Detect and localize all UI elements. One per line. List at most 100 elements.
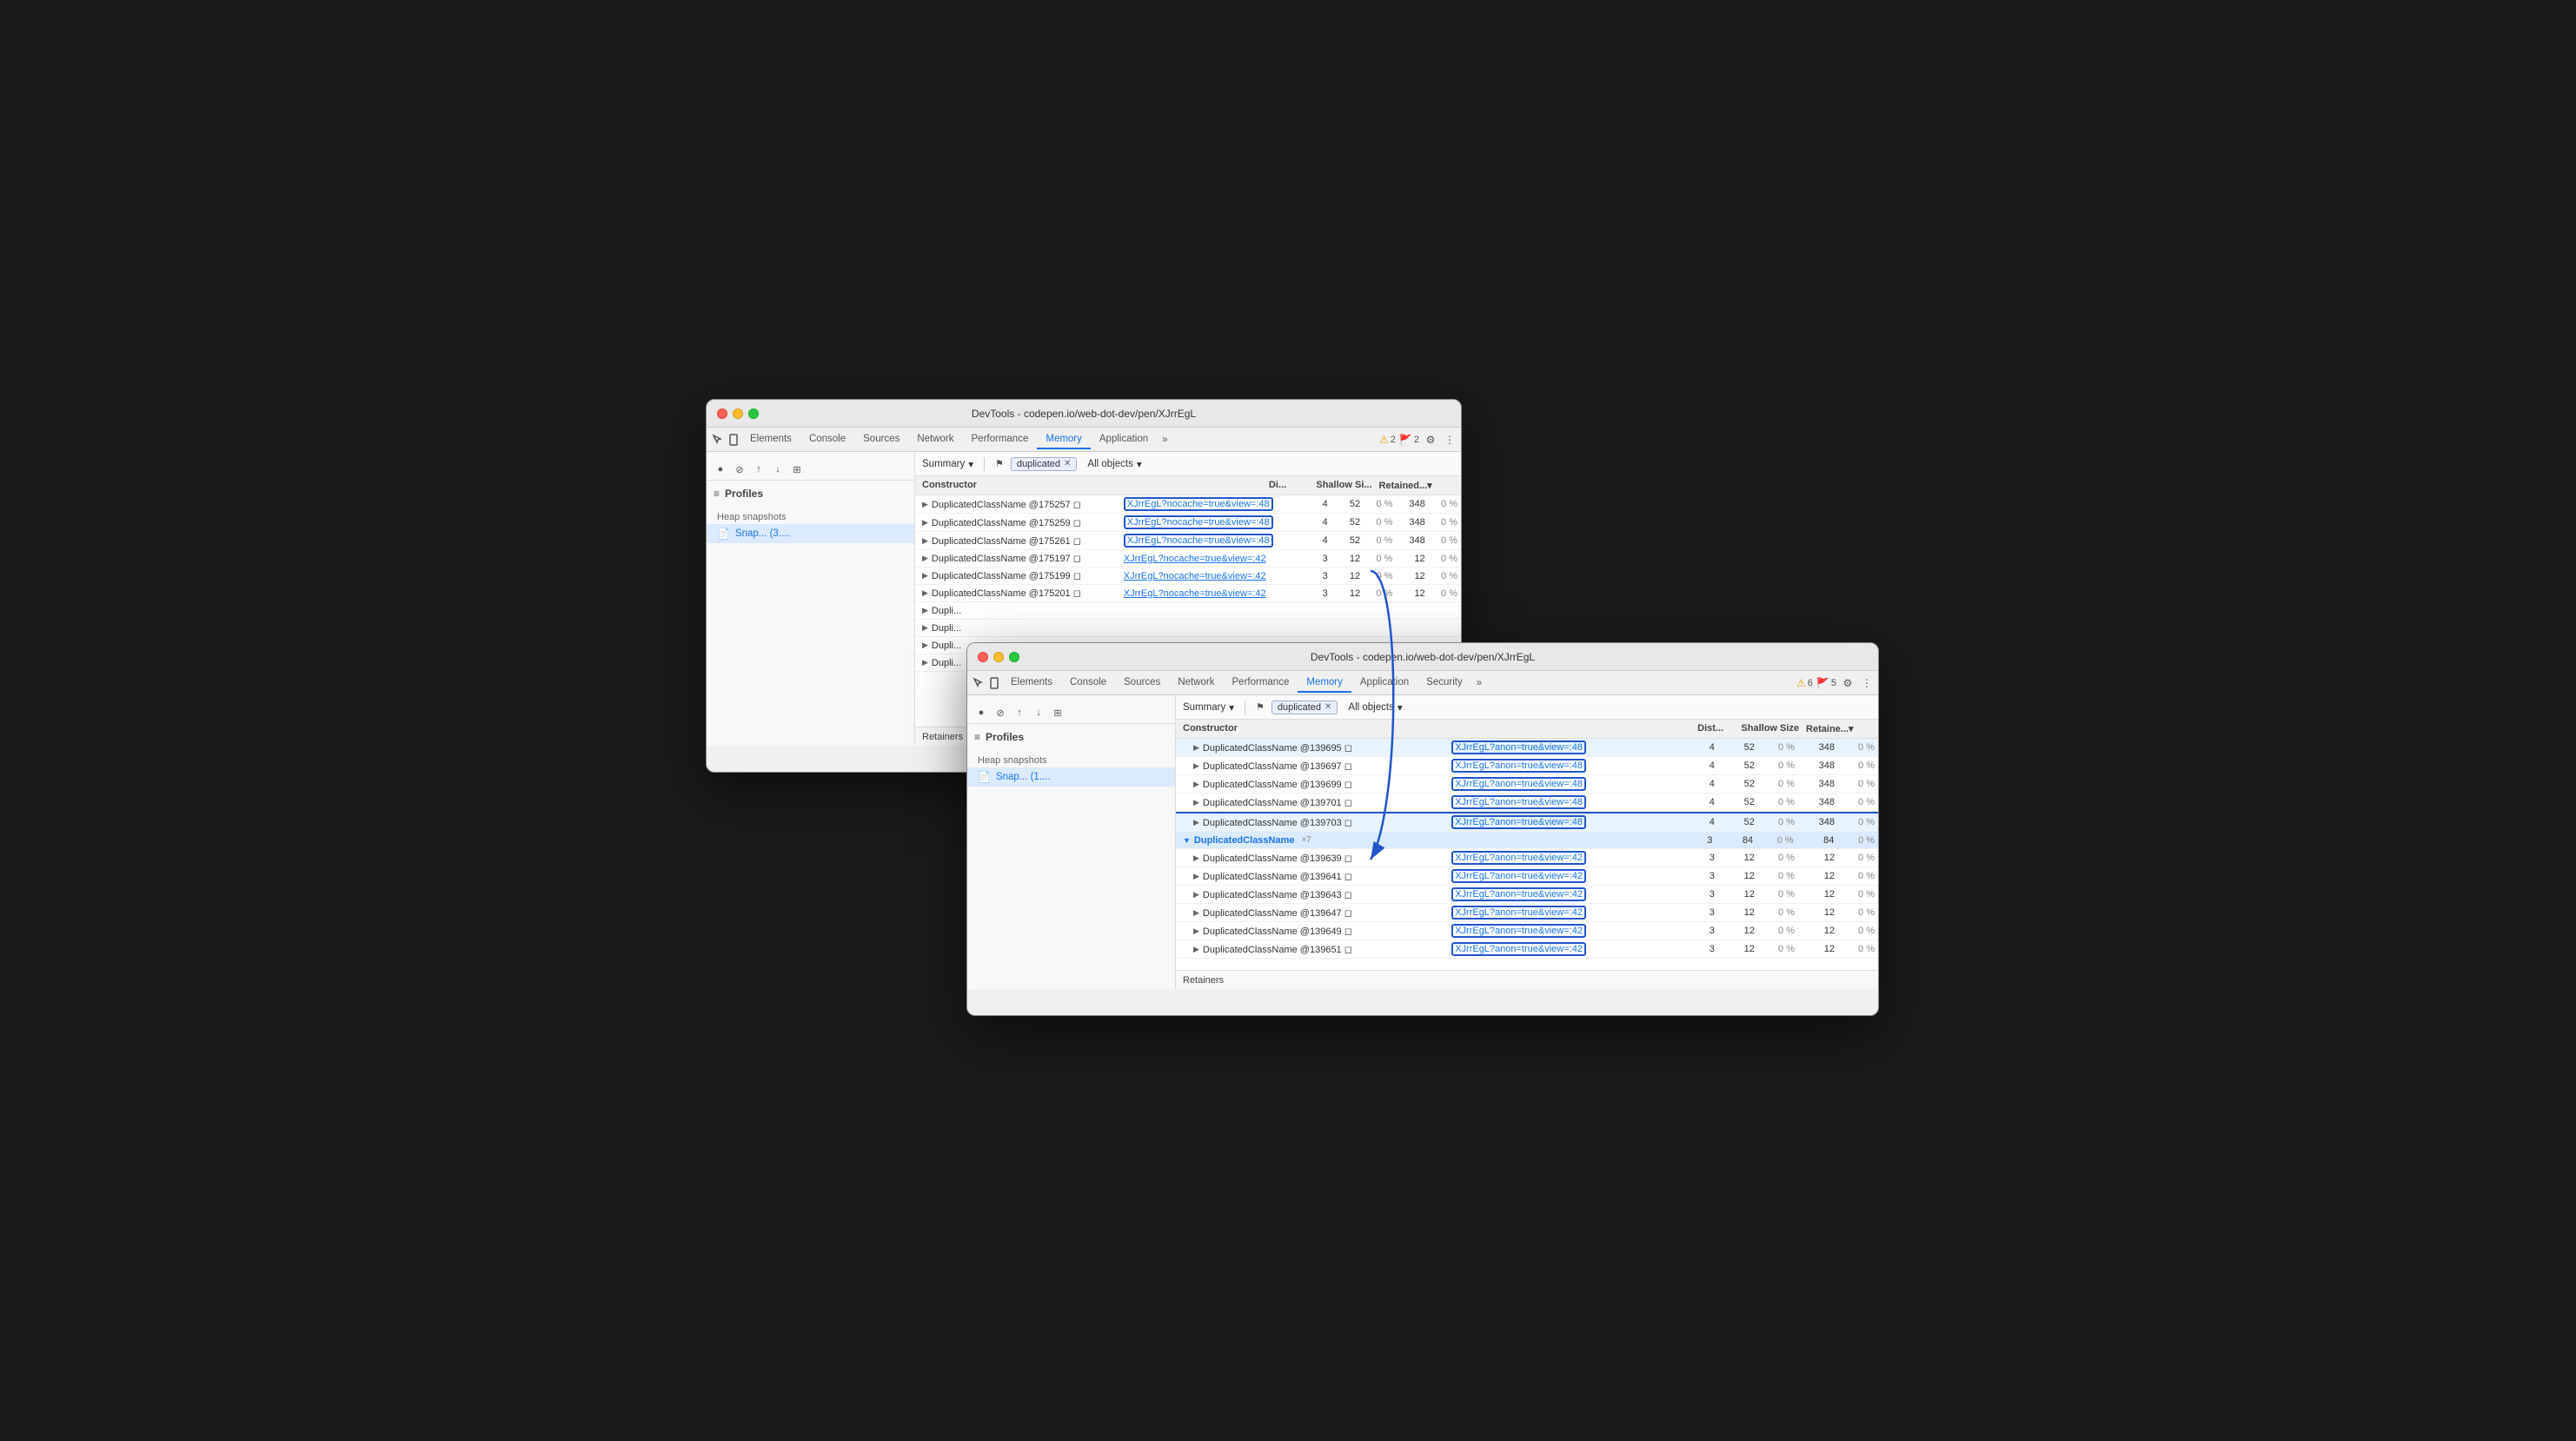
settings-icon-back[interactable]: ⚙: [1423, 432, 1438, 448]
filter-bar-front: Summary ▾ ⚑ duplicated ✕ All objects ▾: [1176, 695, 1878, 720]
snapshot-item-back[interactable]: 📄 Snap... (3....: [707, 524, 914, 543]
compare-icon-front[interactable]: ⊞: [1051, 706, 1065, 720]
retainers-bar-front: Retainers: [1176, 970, 1878, 989]
tab-security-front[interactable]: Security: [1417, 674, 1471, 693]
tab-elements-back[interactable]: Elements: [741, 430, 800, 449]
header-dist-back: Di...: [1224, 476, 1290, 495]
flag-badge-back: 🚩 2: [1399, 434, 1419, 446]
table-row[interactable]: ▶DuplicatedClassName @139649 ◻ XJrrEgL?a…: [1176, 922, 1878, 940]
devtools-body-front: ● ⊘ ↑ ↓ ⊞ ≡ Profiles Heap snapshots 📄 Sn…: [967, 695, 1878, 989]
table-row[interactable]: ▶DuplicatedClassName @175257 ◻ XJrrEgL?n…: [915, 495, 1461, 514]
tab-sources-back[interactable]: Sources: [854, 430, 908, 449]
warning-badge-front: ⚠ 6: [1796, 677, 1813, 689]
minimize-button-front[interactable]: [993, 652, 1004, 662]
table-row[interactable]: ▶Dupli...: [915, 620, 1461, 637]
objects-dropdown-back[interactable]: All objects ▾: [1087, 458, 1141, 470]
table-row[interactable]: ▶DuplicatedClassName @139641 ◻ XJrrEgL?a…: [1176, 867, 1878, 886]
tab-bar-back: Elements Console Sources Network Perform…: [707, 428, 1461, 452]
download-icon-front[interactable]: ↓: [1032, 706, 1046, 720]
warning-badge-back: ⚠ 2: [1379, 434, 1396, 446]
sidebar-back: ● ⊘ ↑ ↓ ⊞ ≡ Profiles Heap snapshots 📄 Sn…: [707, 452, 915, 746]
title-bar-back: DevTools - codepen.io/web-dot-dev/pen/XJ…: [707, 400, 1461, 428]
sidebar-controls-back: ● ⊘ ↑ ↓ ⊞: [707, 459, 914, 481]
more-icon-front[interactable]: ⋮: [1859, 675, 1875, 691]
table-row[interactable]: ▶DuplicatedClassName @139643 ◻ XJrrEgL?a…: [1176, 886, 1878, 904]
tab-more-back[interactable]: »: [1157, 431, 1172, 448]
close-button-front[interactable]: [978, 652, 988, 662]
alert-badges-back: ⚠ 2 🚩 2 ⚙ ⋮: [1379, 432, 1457, 448]
tab-memory-front[interactable]: Memory: [1298, 674, 1351, 693]
table-row[interactable]: ▶DuplicatedClassName @175261 ◻ XJrrEgL?n…: [915, 532, 1461, 550]
tab-performance-back[interactable]: Performance: [963, 430, 1038, 449]
filter-tag-front[interactable]: duplicated ✕: [1271, 701, 1338, 714]
header-retained-front: Retaine...▾: [1803, 720, 1878, 738]
tab-performance-front[interactable]: Performance: [1224, 674, 1298, 693]
traffic-lights-front: [978, 652, 1019, 662]
table-row[interactable]: ▶DuplicatedClassName @175259 ◻ XJrrEgL?n…: [915, 514, 1461, 532]
tab-more-front[interactable]: »: [1471, 674, 1487, 692]
objects-dropdown-front[interactable]: All objects ▾: [1348, 701, 1402, 714]
settings-icon-front[interactable]: ⚙: [1840, 675, 1856, 691]
stop-icon-back[interactable]: ⊘: [733, 462, 747, 476]
tab-console-back[interactable]: Console: [800, 430, 854, 449]
table-header-back: Constructor Di... Shallow Si... Retained…: [915, 476, 1461, 495]
summary-dropdown-back[interactable]: Summary ▾: [922, 458, 973, 470]
tab-memory-back[interactable]: Memory: [1037, 430, 1091, 449]
tab-network-front[interactable]: Network: [1169, 674, 1223, 693]
header-dist-front: Dist...: [1669, 720, 1727, 738]
sidebar-controls-front: ● ⊘ ↑ ↓ ⊞: [967, 702, 1175, 724]
snapshot-item-front[interactable]: 📄 Snap... (1....: [967, 767, 1175, 787]
tab-application-front[interactable]: Application: [1351, 674, 1417, 693]
table-row[interactable]: ▶DuplicatedClassName @139699 ◻ XJrrEgL?a…: [1176, 775, 1878, 794]
header-constructor-back: Constructor: [915, 476, 1224, 495]
table-row[interactable]: ▶DuplicatedClassName @139695 ◻ XJrrEgL?a…: [1176, 739, 1878, 757]
devtools-window-front: DevTools - codepen.io/web-dot-dev/pen/XJ…: [966, 642, 1879, 1016]
header-constructor-front: Constructor: [1176, 720, 1447, 738]
devtools-inspect-icon-front[interactable]: [971, 675, 986, 691]
table-header-front: Constructor Dist... Shallow Size Retaine…: [1176, 720, 1878, 739]
maximize-button-front[interactable]: [1009, 652, 1019, 662]
devtools-inspect-icon[interactable]: [710, 432, 726, 448]
table-row[interactable]: ▶DuplicatedClassName @175199 ◻ XJrrEgL?n…: [915, 568, 1461, 585]
maximize-button[interactable]: [748, 408, 759, 419]
record-icon-back[interactable]: ●: [714, 462, 727, 476]
filter-tag-back[interactable]: duplicated ✕: [1011, 457, 1078, 471]
minimize-button[interactable]: [733, 408, 743, 419]
sidebar-front: ● ⊘ ↑ ↓ ⊞ ≡ Profiles Heap snapshots 📄 Sn…: [967, 695, 1176, 989]
group-row[interactable]: ▼DuplicatedClassName ×7 3 84 0 % 84 0 %: [1176, 832, 1878, 849]
header-retained-back: Retained...▾: [1376, 476, 1461, 495]
table-row[interactable]: ▶DuplicatedClassName @175197 ◻ XJrrEgL?n…: [915, 550, 1461, 568]
header-shallow-front: Shallow Size: [1727, 720, 1803, 738]
filter-clear-back[interactable]: ✕: [1064, 459, 1071, 468]
filter-clear-front[interactable]: ✕: [1325, 702, 1331, 712]
heap-table-front: Constructor Dist... Shallow Size Retaine…: [1176, 720, 1878, 970]
compare-icon-back[interactable]: ⊞: [790, 462, 804, 476]
stop-icon-front[interactable]: ⊘: [993, 706, 1007, 720]
table-row[interactable]: ▶DuplicatedClassName @139703 ◻ XJrrEgL?a…: [1176, 812, 1878, 832]
table-row[interactable]: ▶DuplicatedClassName @139701 ◻ XJrrEgL?a…: [1176, 794, 1878, 812]
tab-application-back[interactable]: Application: [1091, 430, 1157, 449]
table-row[interactable]: ▶DuplicatedClassName @139697 ◻ XJrrEgL?a…: [1176, 757, 1878, 775]
more-icon-back[interactable]: ⋮: [1442, 432, 1457, 448]
table-row[interactable]: ▶DuplicatedClassName @139651 ◻ XJrrEgL?a…: [1176, 940, 1878, 959]
profiles-header-front: ≡ Profiles: [967, 727, 1175, 747]
upload-icon-back[interactable]: ↑: [752, 462, 766, 476]
summary-dropdown-front[interactable]: Summary ▾: [1183, 701, 1234, 714]
tab-console-front[interactable]: Console: [1061, 674, 1115, 693]
table-row[interactable]: ▶DuplicatedClassName @139647 ◻ XJrrEgL?a…: [1176, 904, 1878, 922]
tab-network-back[interactable]: Network: [908, 430, 962, 449]
tab-elements-front[interactable]: Elements: [1002, 674, 1061, 693]
profiles-title-front: Profiles: [986, 731, 1024, 743]
devtools-mobile-icon-front[interactable]: [986, 675, 1002, 691]
tab-sources-front[interactable]: Sources: [1115, 674, 1169, 693]
download-icon-back[interactable]: ↓: [771, 462, 785, 476]
title-bar-front: DevTools - codepen.io/web-dot-dev/pen/XJ…: [967, 643, 1878, 671]
record-icon-front[interactable]: ●: [974, 706, 988, 720]
table-row[interactable]: ▶DuplicatedClassName @139639 ◻ XJrrEgL?a…: [1176, 849, 1878, 867]
table-row[interactable]: ▶DuplicatedClassName @175201 ◻ XJrrEgL?n…: [915, 585, 1461, 602]
table-row[interactable]: ▶Dupli...: [915, 602, 1461, 620]
heap-snapshots-label-front: Heap snapshots: [967, 750, 1175, 767]
devtools-mobile-icon[interactable]: [726, 432, 741, 448]
upload-icon-front[interactable]: ↑: [1012, 706, 1026, 720]
close-button[interactable]: [717, 408, 727, 419]
